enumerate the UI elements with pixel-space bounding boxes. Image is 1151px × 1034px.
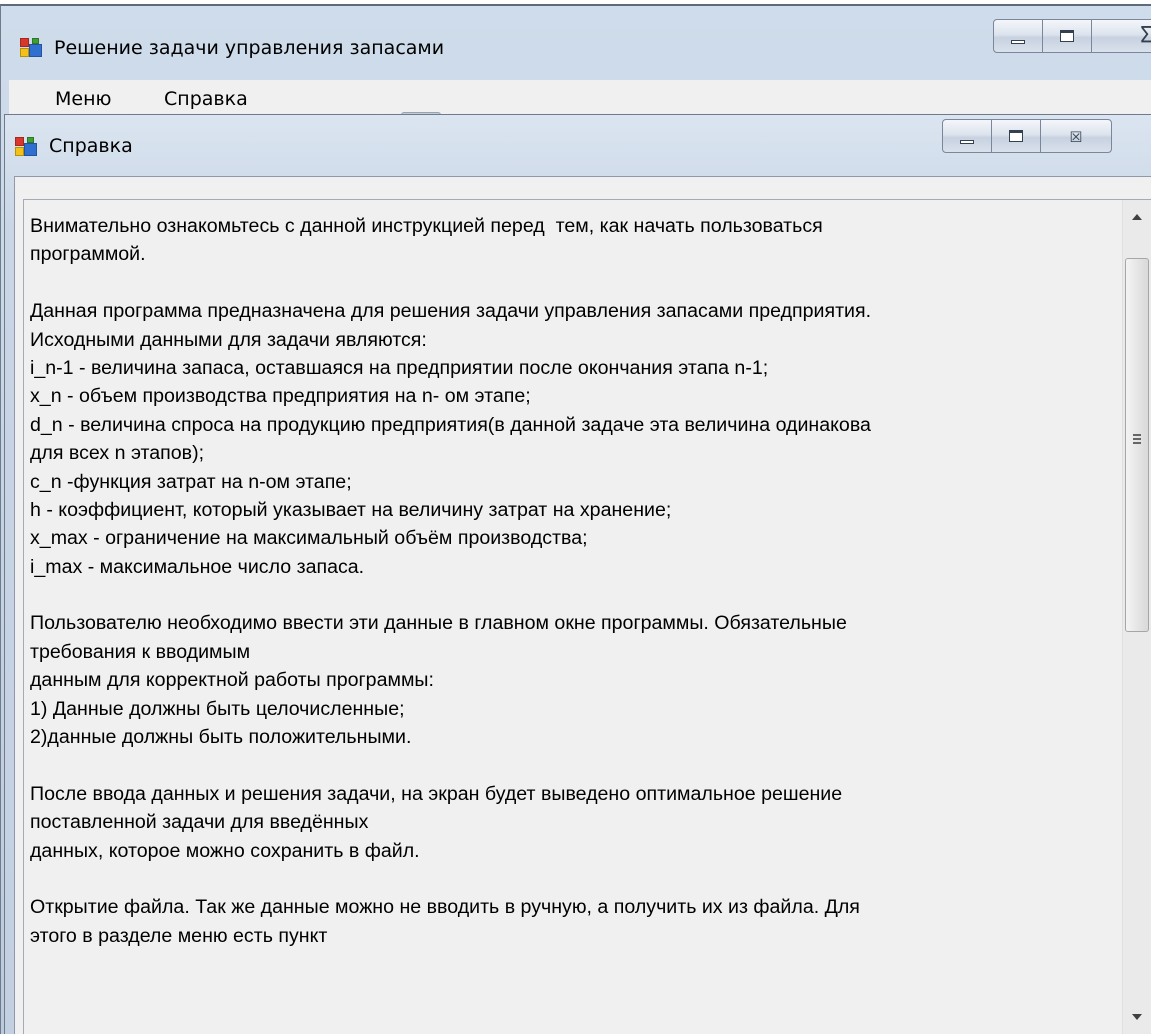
help-text-box[interactable]: Внимательно ознакомьтесь с данной инстру… (23, 199, 1151, 1034)
main-maximize-button[interactable] (1042, 19, 1092, 53)
help-text-line: Пользователю необходимо ввести эти данны… (30, 612, 847, 635)
main-window-controls: Σ (993, 19, 1151, 55)
help-close-button[interactable]: ☒ (1040, 119, 1112, 153)
vertical-scrollbar[interactable] (1122, 200, 1151, 1034)
help-window-client-area: Внимательно ознакомьтесь с данной инстру… (14, 176, 1151, 1034)
minimize-icon (1011, 40, 1025, 44)
arrow-up-icon (1132, 214, 1142, 220)
menu-item-menu[interactable]: Меню (51, 88, 116, 110)
main-window-titlebar[interactable]: Решение задачи управления запасами Σ (1, 6, 1151, 80)
main-close-button[interactable]: Σ (1091, 19, 1151, 53)
app-form-icon (15, 137, 37, 157)
maximize-icon (1009, 130, 1023, 142)
grip-icon (1133, 434, 1141, 444)
desktop-screen: Решение задачи управления запасами Σ Мен… (0, 0, 1151, 1034)
minimize-icon (960, 140, 974, 144)
menu-item-help[interactable]: Справка (160, 88, 252, 110)
arrow-down-icon (1132, 1014, 1142, 1020)
help-text-line: После ввода данных и решения задачи, на … (30, 782, 843, 805)
help-window-controls: ☒ (942, 119, 1112, 155)
help-text-line: c_n -функция затрат на n-ом этапе; (30, 470, 352, 493)
help-text-line: данным для корректной работы программы: (30, 669, 434, 692)
help-text-line: Исходными данными для задачи являются: (30, 328, 427, 351)
help-text-line: для всех n этапов); (30, 442, 205, 465)
help-text-line: Данная программа предназначена для решен… (30, 300, 872, 323)
help-text-line: программой. (30, 243, 146, 266)
help-text-line: x_n - объем производства предприятия на … (30, 385, 531, 408)
help-text-line: h - коэффициент, который указывает на ве… (30, 498, 672, 521)
help-text-line: i_max - максимальное число запаса. (30, 555, 365, 578)
help-window-title: Справка (49, 135, 133, 157)
main-window-title: Решение задачи управления запасами (54, 37, 445, 59)
help-text-line: x_max - ограничение на максимальный объё… (30, 527, 588, 550)
help-maximize-button[interactable] (991, 119, 1041, 153)
help-text-line: данных, которое можно сохранить в файл. (30, 839, 420, 862)
help-text-line: Открытие файла. Так же данные можно не в… (30, 896, 860, 919)
help-text-line: 2)данные должны быть положительными. (30, 726, 412, 749)
help-text-line: 1) Данные должны быть целочисленные; (30, 697, 405, 720)
scroll-down-button[interactable] (1123, 1004, 1151, 1030)
help-text-line: этого в разделе меню есть пункт (30, 924, 328, 947)
help-text-content: Внимательно ознакомьтесь с данной инстру… (30, 212, 1126, 950)
help-text-line: поставленной задачи для введённых (30, 811, 369, 834)
scroll-up-button[interactable] (1123, 204, 1151, 230)
app-form-icon (20, 38, 42, 58)
scrollbar-thumb[interactable] (1125, 258, 1149, 632)
help-text-line: i_n-1 - величина запаса, оставшаяся на п… (30, 356, 769, 379)
close-icon: ☒ (1069, 123, 1083, 148)
maximize-icon (1060, 30, 1074, 42)
help-text-line: Внимательно ознакомьтесь с данной инстру… (30, 215, 823, 237)
main-minimize-button[interactable] (993, 19, 1043, 53)
help-text-line: d_n - величина спроса на продукцию предп… (30, 413, 871, 436)
close-icon: Σ (1140, 23, 1151, 48)
help-text-line: требования к вводимым (30, 640, 251, 663)
help-window-titlebar[interactable]: Справка ☒ (5, 115, 1151, 175)
help-minimize-button[interactable] (942, 119, 992, 153)
help-window: Справка ☒ Внимательно ознакомьтесь с дан… (4, 114, 1151, 1034)
